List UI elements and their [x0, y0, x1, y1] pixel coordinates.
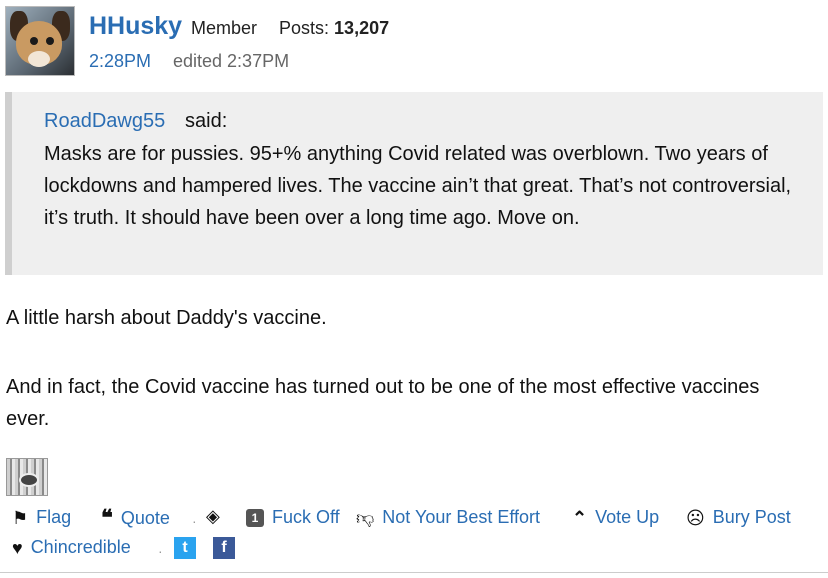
flag-button[interactable]: ⚑ Flag: [12, 507, 71, 528]
quote-label: Quote: [120, 507, 170, 528]
not-best-effort-label: Not Your Best Effort: [382, 507, 541, 527]
quote-block: RoadDawg55 said: Masks are for pussies. …: [5, 92, 823, 275]
bury-post-button[interactable]: ☹ Bury Post: [686, 507, 791, 528]
not-best-effort-button[interactable]: 👎︎ Not Your Best Effort: [356, 507, 540, 528]
vote-up-label: Vote Up: [595, 507, 660, 527]
flag-label: Flag: [36, 507, 72, 527]
post-time-link[interactable]: 2:28PM: [89, 51, 151, 72]
avatar-eye: [30, 37, 38, 45]
fuck-off-label: Fuck Off: [272, 507, 340, 527]
share-facebook-button[interactable]: f: [213, 537, 235, 559]
chincredible-label: Chincredible: [30, 537, 131, 557]
hide-button[interactable]: ◈: [206, 507, 228, 525]
author-avatar[interactable]: [5, 6, 75, 76]
avatar-muzzle: [28, 51, 50, 67]
bury-post-label: Bury Post: [712, 507, 791, 527]
facebook-icon: f: [213, 537, 235, 559]
quote-icon: ❝: [101, 505, 113, 530]
quote-button[interactable]: ❝ Quote: [101, 507, 170, 529]
quote-author-link[interactable]: RoadDawg55: [44, 110, 165, 133]
posts-label: Posts:: [279, 18, 330, 38]
heart-icon: ♥: [12, 537, 23, 558]
post-body-line-1: A little harsh about Daddy's vaccine.: [6, 307, 327, 329]
share-twitter-button[interactable]: t: [174, 537, 196, 559]
reaction-bar: ⚑ Flag ❝ Quote · ◈ 1 Fuck Off 👎︎ Not You…: [0, 505, 828, 565]
user-badge-icon: [6, 458, 48, 496]
thumbs-down-icon: 👎︎: [356, 507, 375, 528]
quote-text: Masks are for pussies. 95+% anything Cov…: [44, 143, 792, 229]
author-name-link[interactable]: HHusky: [89, 12, 182, 41]
skull-icon: ☹: [686, 507, 705, 528]
reaction-separator: ·: [158, 543, 163, 559]
edited-label: edited 2:37PM: [173, 51, 290, 71]
chevron-up-icon: ⌃: [572, 507, 588, 528]
eye-slash-icon: ◈: [206, 506, 220, 526]
chincredible-button[interactable]: ♥ Chincredible: [12, 537, 131, 558]
posts-count-value: 13,207: [334, 18, 390, 38]
twitter-icon: t: [174, 537, 196, 559]
badge-eye-shape: [19, 473, 39, 487]
post-count: Posts: 13,207: [279, 18, 389, 39]
reaction-separator: ·: [192, 513, 197, 529]
post-body-line-2: And in fact, the Covid vaccine has turne…: [6, 376, 760, 430]
quote-said-label: said:: [185, 110, 228, 132]
vote-up-button[interactable]: ⌃ Vote Up: [572, 507, 659, 528]
avatar-eye: [46, 37, 54, 45]
author-role: Member: [191, 18, 258, 38]
fuck-off-button[interactable]: 1 Fuck Off: [246, 507, 340, 528]
post-divider: [0, 572, 828, 573]
fuck-off-count: 1: [246, 508, 264, 527]
flag-icon: ⚑: [12, 507, 29, 528]
